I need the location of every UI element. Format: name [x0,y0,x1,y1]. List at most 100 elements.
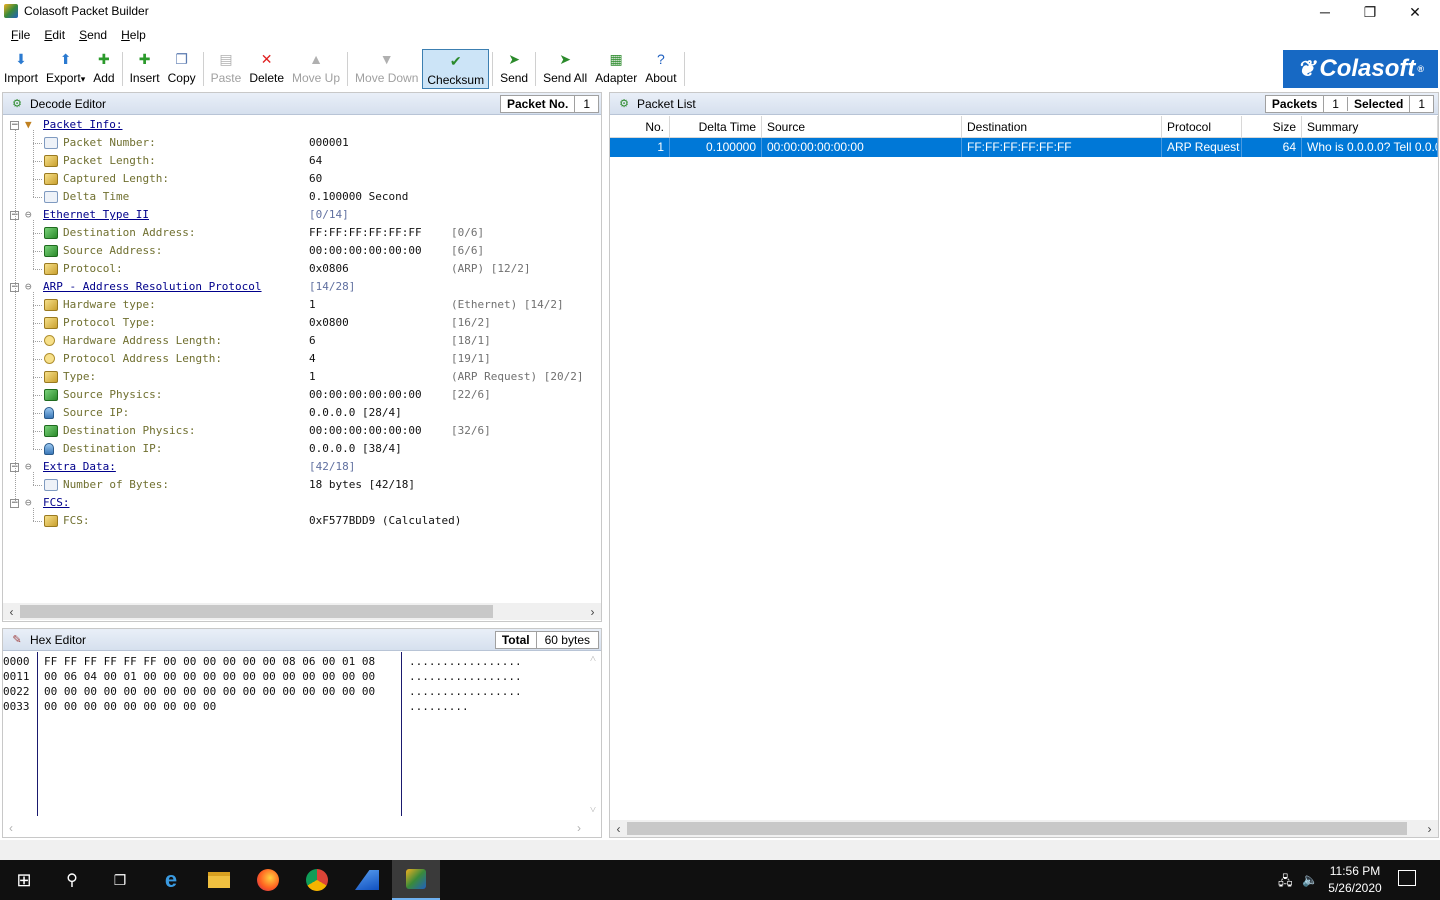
hex-offset[interactable]: 0011 [3,669,30,684]
tree-field-value[interactable]: 000001 [309,134,349,152]
send-button[interactable]: ➤ Send [496,46,532,88]
tree-field-value[interactable]: 0x0800 [309,314,349,332]
file-explorer-icon[interactable] [195,860,243,900]
hex-bytes[interactable]: 00 00 00 00 00 00 00 00 00 00 00 00 00 0… [44,684,375,699]
tree-field-value[interactable]: 0xF577BDD9 (Calculated) [309,512,461,530]
tree-field-value[interactable]: 0.0.0.0 [38/4] [309,440,402,458]
scroll-up-arrow[interactable]: ˄ [590,652,596,665]
delete-button[interactable]: ✕ Delete [245,46,288,88]
hex-offset[interactable]: 0033 [3,699,30,714]
about-button[interactable]: ? About [641,46,680,88]
tree-field-row[interactable]: Destination IP: 0.0.0.0 [38/4] [3,440,601,458]
hex-ascii[interactable]: ................. [409,684,522,699]
tree-field-value[interactable]: FF:FF:FF:FF:FF:FF [309,224,422,242]
tree-field-value[interactable]: 0.100000 Second [309,188,408,206]
checksum-button[interactable]: ✔ Checksum [422,49,490,89]
hex-bytes[interactable]: FF FF FF FF FF FF 00 00 00 00 00 00 08 0… [44,654,375,669]
tree-field-row[interactable]: Source Address: 00:00:00:00:00:00 [6/6] [3,242,601,260]
hex-offset[interactable]: 0000 [3,654,30,669]
hex-offset[interactable]: 0022 [3,684,30,699]
decode-horizontal-scrollbar[interactable]: ‹ › [3,603,601,620]
restore-button[interactable]: ❐ [1347,0,1393,24]
tree-field-row[interactable]: FCS: 0xF577BDD9 (Calculated) [3,512,601,530]
scroll-right-arrow[interactable]: › [1421,820,1438,837]
packet-horizontal-scrollbar[interactable]: ‹ › [610,820,1438,837]
column-header-summary[interactable]: Summary [1302,116,1438,138]
notification-icon[interactable] [1398,870,1416,886]
minimize-button[interactable]: ─ [1302,0,1348,24]
column-header-delta-time[interactable]: Delta Time [670,116,762,138]
start-icon[interactable]: ⊞ [0,860,48,900]
packet-no-value[interactable]: 1 [575,97,598,111]
import-button[interactable]: ⬇ Import [0,46,42,88]
search-icon[interactable]: ⚲ [48,860,96,900]
clock[interactable]: 11:56 PM 5/26/2020 [1320,863,1390,897]
paste-button[interactable]: ▤ Paste [207,46,246,88]
scroll-left-arrow[interactable]: ‹ [9,821,13,835]
tree-field-value[interactable]: 1 [309,296,316,314]
move-down-button[interactable]: ▼ Move Down [351,46,422,88]
tree-field-value[interactable]: 00:00:00:00:00:00 [309,422,422,440]
menu-send[interactable]: Send [72,28,114,42]
tree-group-row[interactable]: − ⊖ FCS: [3,494,601,512]
tree-field-value[interactable]: 6 [309,332,316,350]
tree-field-value[interactable]: 64 [309,152,322,170]
tree-field-row[interactable]: Hardware type: 1 (Ethernet) [14/2] [3,296,601,314]
scroll-down-arrow[interactable]: ˅ [590,803,596,816]
tree-field-row[interactable]: Captured Length: 60 [3,170,601,188]
tree-field-value[interactable]: 60 [309,170,322,188]
scroll-right-arrow[interactable]: › [584,603,601,620]
packet-cell-destination[interactable]: FF:FF:FF:FF:FF:FF [962,138,1162,157]
scroll-thumb[interactable] [627,822,1407,835]
packet-cell-protocol[interactable]: ARP Request [1162,138,1242,157]
colasoft-icon[interactable] [392,860,440,900]
tree-field-row[interactable]: Packet Length: 64 [3,152,601,170]
menu-edit[interactable]: Edit [37,28,72,42]
tree-field-row[interactable]: Source Physics: 00:00:00:00:00:00 [22/6] [3,386,601,404]
scroll-left-arrow[interactable]: ‹ [610,820,627,837]
tree-field-value[interactable]: 00:00:00:00:00:00 [309,386,422,404]
tree-field-value[interactable]: 18 bytes [42/18] [309,476,415,494]
tree-field-row[interactable]: Hardware Address Length: 6 [18/1] [3,332,601,350]
wireshark-icon[interactable] [343,860,391,900]
menu-file[interactable]: File [4,28,37,42]
tree-field-row[interactable]: Source IP: 0.0.0.0 [28/4] [3,404,601,422]
tree-field-row[interactable]: Protocol Type: 0x0800 [16/2] [3,314,601,332]
packet-cell-size[interactable]: 64 [1242,138,1302,157]
send-all-button[interactable]: ➤ Send All [539,46,591,88]
tree-field-row[interactable]: Destination Physics: 00:00:00:00:00:00 [32… [3,422,601,440]
scroll-left-arrow[interactable]: ‹ [3,603,20,620]
tree-field-row[interactable]: Protocol: 0x0806 (ARP) [12/2] [3,260,601,278]
hex-ascii[interactable]: ......... [409,699,469,714]
tree-group-row[interactable]: − ⊖ Ethernet Type II [0/14] [3,206,601,224]
packet-cell-delta-time[interactable]: 0.100000 [670,138,762,157]
tree-field-row[interactable]: Packet Number: 000001 [3,134,601,152]
tree-field-value[interactable]: 1 [309,368,316,386]
column-header-protocol[interactable]: Protocol [1162,116,1242,138]
add-button[interactable]: ✚ Add [89,46,118,88]
network-icon[interactable]: 🖧 [1278,872,1293,894]
tree-field-row[interactable]: Destination Address: FF:FF:FF:FF:FF:FF [0/… [3,224,601,242]
hex-ascii[interactable]: ................. [409,654,522,669]
tree-field-row[interactable]: Delta Time 0.100000 Second [3,188,601,206]
tree-group-row[interactable]: − ⊖ Extra Data: [42/18] [3,458,601,476]
column-header-no[interactable]: No. [610,116,670,138]
column-header-destination[interactable]: Destination [962,116,1162,138]
copy-button[interactable]: ❐ Copy [164,46,200,88]
move-up-button[interactable]: ▲ Move Up [288,46,344,88]
hex-bytes[interactable]: 00 06 04 00 01 00 00 00 00 00 00 00 00 0… [44,669,375,684]
tree-field-row[interactable]: Number of Bytes: 18 bytes [42/18] [3,476,601,494]
packet-cell-no[interactable]: 1 [610,138,670,157]
insert-button[interactable]: ✚ Insert [126,46,164,88]
hex-bytes[interactable]: 00 00 00 00 00 00 00 00 00 [44,699,216,714]
scroll-right-arrow[interactable]: › [577,821,581,835]
column-header-size[interactable]: Size [1242,116,1302,138]
hex-ascii[interactable]: ................. [409,669,522,684]
task-view-icon[interactable]: ❐ [96,860,144,900]
tree-field-row[interactable]: Protocol Address Length: 4 [19/1] [3,350,601,368]
hex-horizontal-scrollbar[interactable]: ‹ › [3,819,601,836]
firefox-icon[interactable] [244,860,292,900]
tree-group-row[interactable]: − ⊖ ARP - Address Resolution Protocol [14/2… [3,278,601,296]
menu-help[interactable]: Help [114,28,153,42]
tree-field-value[interactable]: 0.0.0.0 [28/4] [309,404,402,422]
